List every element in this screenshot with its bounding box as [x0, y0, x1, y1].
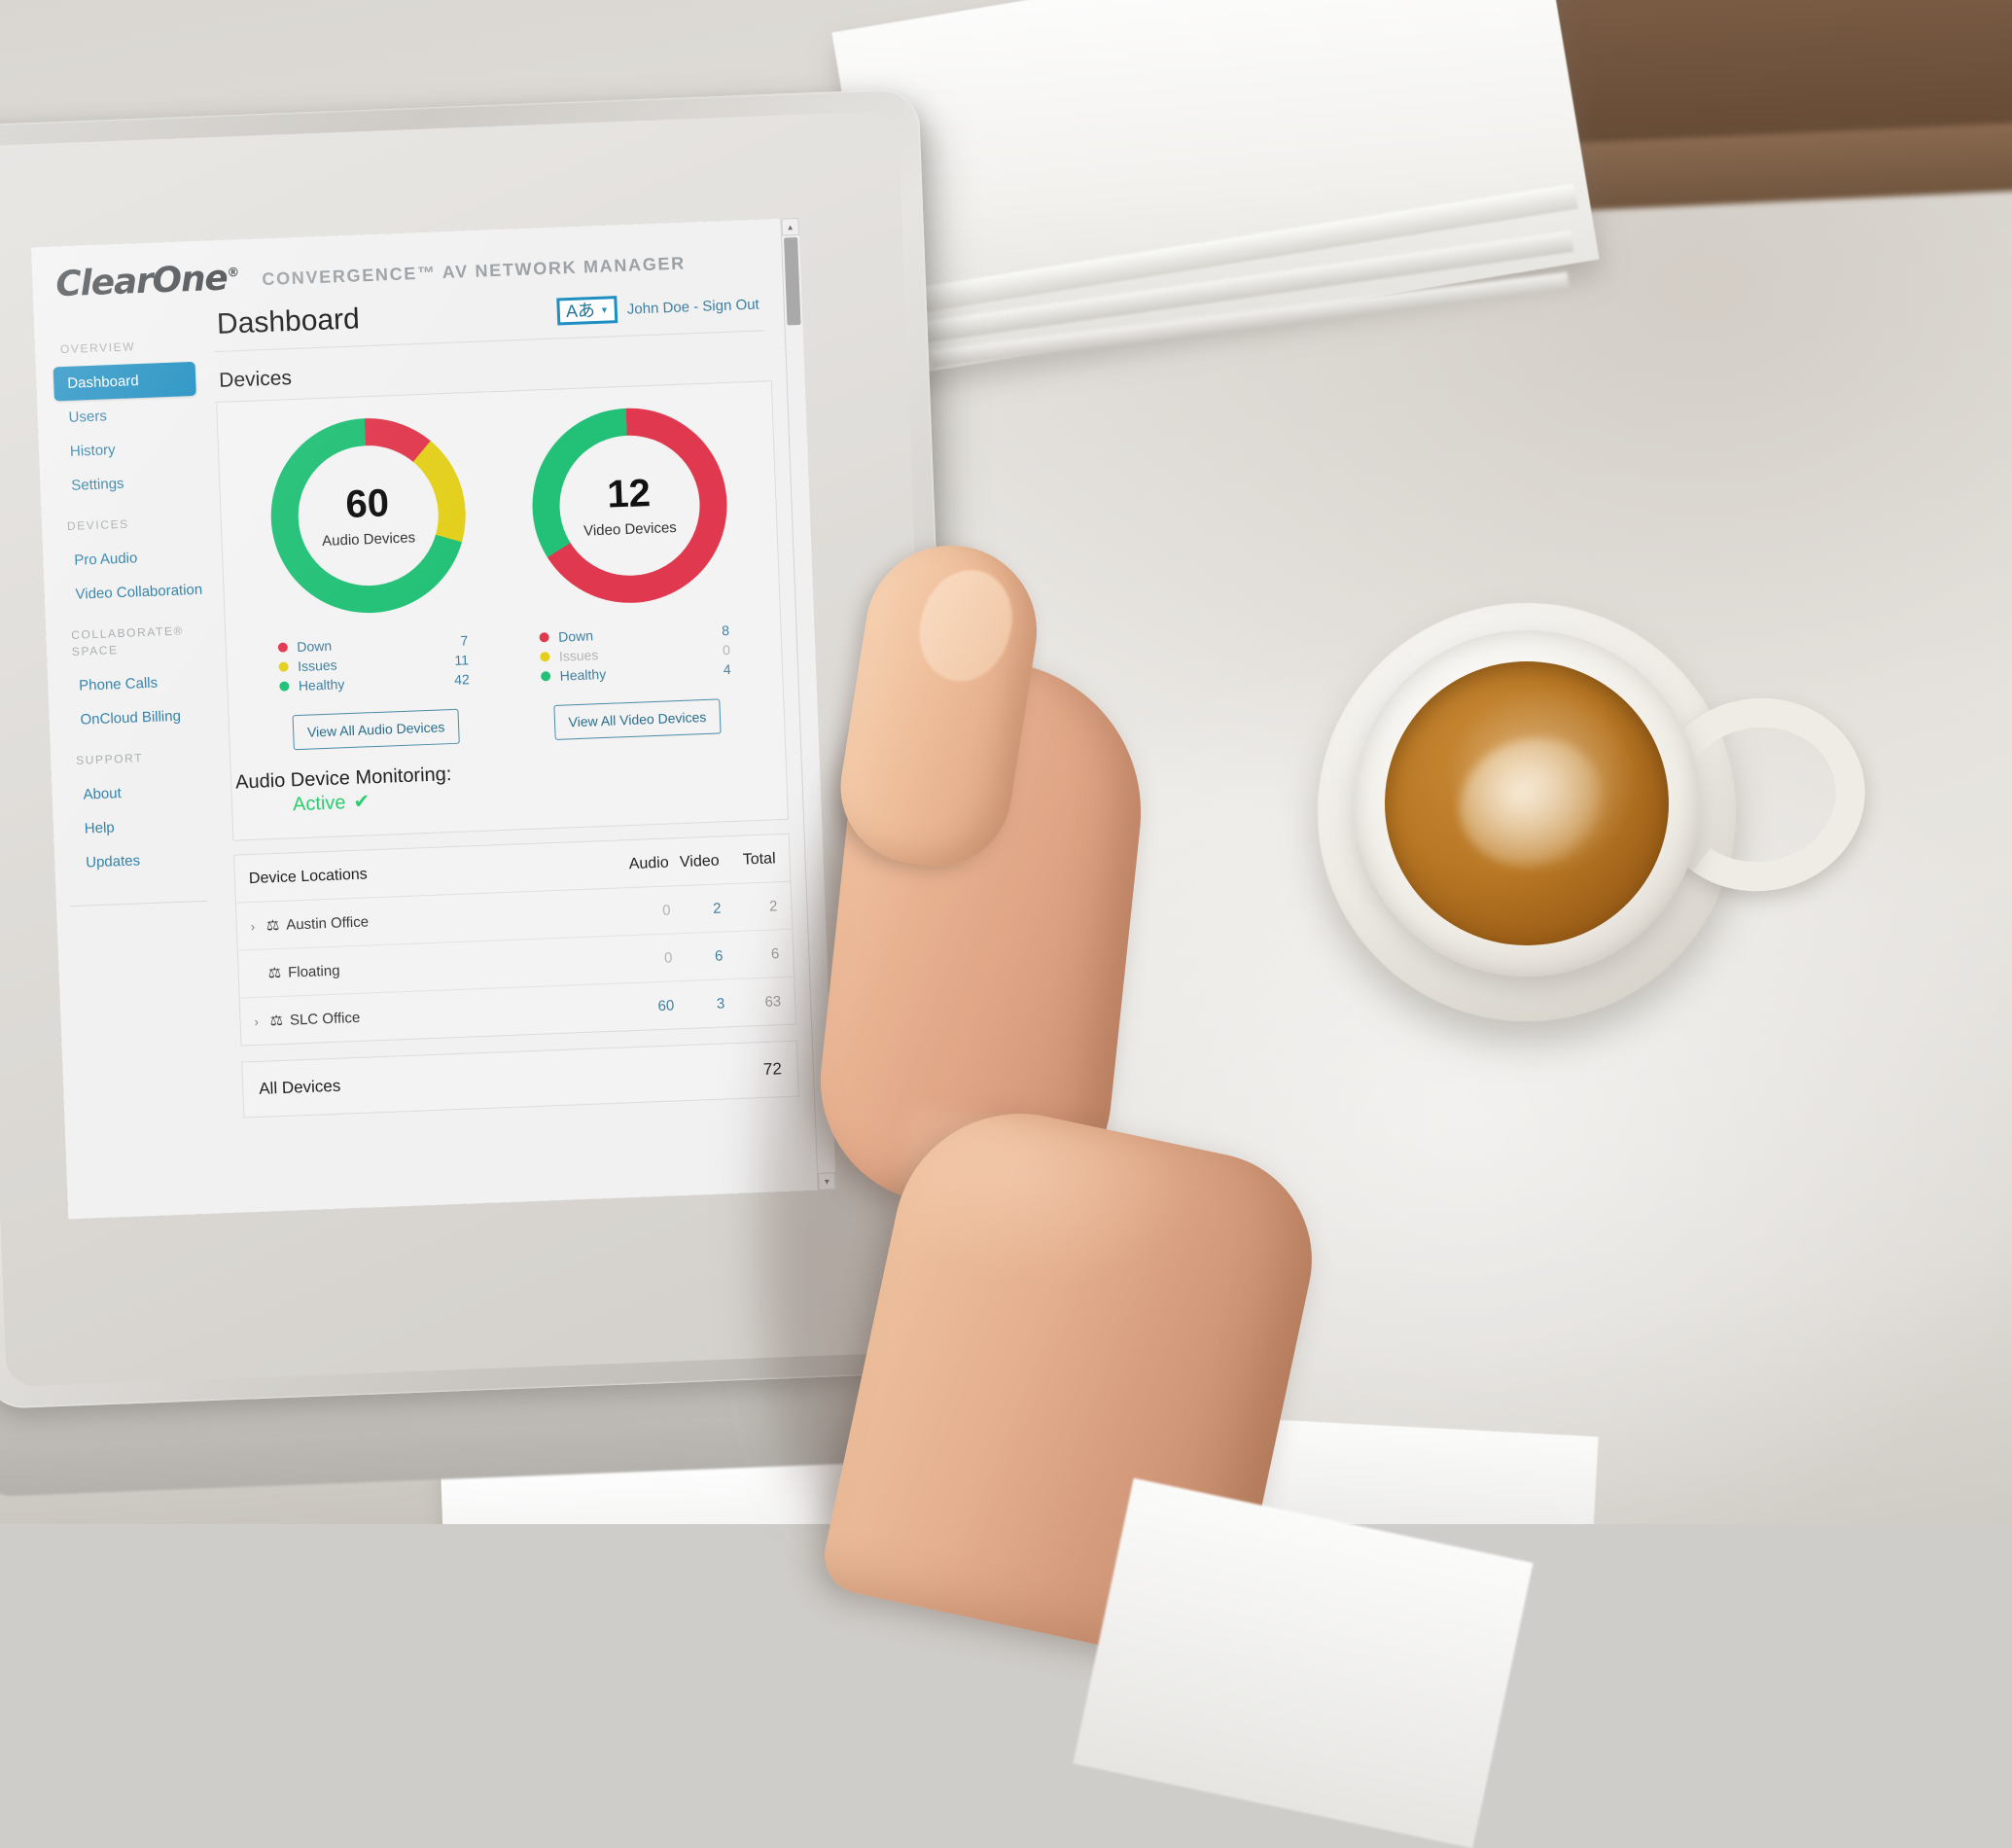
location-pin-icon: ⚖: [265, 916, 279, 935]
view-all-video-devices-button[interactable]: View All Video Devices: [553, 698, 722, 740]
location-pin-icon: ⚖: [269, 1012, 283, 1030]
sidebar-divider: [70, 901, 208, 906]
logo-registered-icon: ®: [227, 266, 238, 280]
scrollbar-thumb[interactable]: [784, 237, 800, 325]
video-count: 6: [677, 932, 729, 981]
all-devices-row[interactable]: All Devices 72: [241, 1041, 799, 1119]
video-device-count: 12: [607, 473, 652, 514]
video-count: 2: [676, 884, 728, 934]
view-all-audio-devices-button[interactable]: View All Audio Devices: [292, 709, 460, 751]
sidebar-group-devices: DEVICES Pro Audio Video Collaboration: [41, 497, 218, 613]
legend-value: 0: [723, 642, 730, 657]
video-donut-caption: Video Devices: [583, 518, 677, 539]
tablet-screen: ClearOne® CONVERGENCE™ AV NETWORK MANAGE…: [31, 218, 836, 1220]
thumbnail: [906, 558, 1025, 693]
checkmark-icon: ✔: [353, 791, 371, 813]
legend-label: Healthy: [559, 661, 724, 683]
all-devices-label: All Devices: [259, 1077, 341, 1099]
logo-text: ClearOne: [55, 259, 229, 305]
location-name: Floating: [288, 963, 340, 981]
status-dot-down: [277, 642, 287, 652]
convergence-app: ClearOne® CONVERGENCE™ AV NETWORK MANAGE…: [31, 218, 836, 1220]
audio-legend: Down 7 Issues 11: [277, 630, 470, 695]
header-actions: Aあ ▼ John Doe - Sign Out: [556, 291, 759, 326]
app-scroll-area: ClearOne® CONVERGENCE™ AV NETWORK MANAGE…: [31, 219, 819, 1220]
device-locations-table: Device Locations Audio Video Total: [234, 835, 795, 1046]
devices-card: 60 Audio Devices Down 7: [216, 380, 789, 841]
column-header-video: Video: [674, 836, 726, 885]
legend-value: 4: [723, 661, 730, 677]
chevron-down-icon: ▼: [600, 305, 609, 314]
video-donut-center: 12 Video Devices: [556, 433, 701, 578]
audio-devices-widget: 60 Audio Devices Down 7: [259, 414, 481, 751]
sidebar-group-collaborate-space: COLLABORATE® SPACE Phone Calls OnCloud B…: [45, 607, 223, 738]
table-body: ›⚖Austin Office 0 2 2 ›⚖Floating: [236, 881, 795, 1045]
status-dot-healthy: [541, 671, 550, 681]
chevron-right-icon[interactable]: ›: [251, 919, 265, 935]
total-count: 6: [727, 929, 794, 978]
audio-device-count: 60: [345, 483, 390, 524]
main-content: Dashboard Aあ ▼ John Doe - Sign Out Devic…: [206, 285, 815, 1119]
audio-devices-donut-chart: 60 Audio Devices: [266, 414, 469, 617]
legend-value: 42: [454, 671, 470, 688]
status-dot-down: [539, 632, 548, 642]
sidebar-group-overview: OVERVIEW Dashboard Users History Setting…: [34, 320, 214, 504]
sidebar-group-support: SUPPORT About Help Updates: [50, 731, 229, 881]
page-title: Dashboard: [216, 302, 360, 341]
location-pin-icon: ⚖: [267, 964, 281, 982]
video-devices-donut-chart: 12 Video Devices: [528, 405, 730, 607]
audio-count: 0: [625, 886, 678, 936]
chevron-right-icon[interactable]: ›: [254, 1013, 268, 1029]
video-devices-widget: 12 Video Devices Down 8: [520, 405, 743, 741]
sidebar-item-updates[interactable]: Updates: [54, 840, 229, 881]
product-name: CONVERGENCE™ AV NETWORK MANAGER: [262, 253, 686, 295]
audio-count: 0: [626, 934, 679, 983]
sidebar-group-label: COLLABORATE® SPACE: [45, 607, 220, 670]
sidebar-item-dashboard[interactable]: Dashboard: [53, 362, 196, 402]
status-dot-issues: [278, 661, 288, 671]
language-selector[interactable]: Aあ ▼: [556, 296, 618, 325]
legend-value: 8: [722, 622, 729, 638]
audio-donut-caption: Audio Devices: [322, 529, 415, 550]
language-label: Aあ: [566, 302, 596, 320]
hand-holding-tablet: [836, 545, 1342, 1527]
video-count: 3: [679, 979, 731, 1028]
location-name: SLC Office: [290, 1010, 361, 1029]
sidebar-group-label: SUPPORT: [50, 731, 224, 779]
location-name: Austin Office: [286, 913, 369, 933]
sidebar: OVERVIEW Dashboard Users History Setting…: [33, 306, 237, 1124]
user-signout-link[interactable]: John Doe - Sign Out: [627, 296, 759, 317]
column-header-total: Total: [724, 835, 791, 884]
clearone-logo[interactable]: ClearOne®: [55, 261, 239, 302]
column-header-audio: Audio: [623, 838, 676, 887]
sidebar-group-label: OVERVIEW: [34, 320, 208, 368]
status-dot-healthy: [279, 681, 289, 691]
device-locations-card: Device Locations Audio Video Total: [233, 834, 796, 1047]
legend-label: Healthy: [299, 672, 455, 693]
scroll-up-button[interactable]: ▲: [781, 218, 799, 236]
legend-value: 7: [460, 632, 468, 648]
sidebar-group-label: DEVICES: [41, 497, 215, 545]
audio-count: 60: [628, 981, 681, 1030]
audio-donut-center: 60 Audio Devices: [296, 443, 441, 587]
legend-value: 11: [454, 652, 469, 668]
total-count: 2: [726, 881, 793, 931]
sleeve: [1073, 1478, 1533, 1848]
app-body: OVERVIEW Dashboard Users History Setting…: [33, 285, 814, 1125]
video-legend: Down 8 Issues 0: [539, 621, 731, 686]
status-badge: Active: [293, 792, 346, 815]
donut-row: 60 Audio Devices Down 7: [217, 381, 785, 757]
status-dot-issues: [540, 652, 549, 661]
